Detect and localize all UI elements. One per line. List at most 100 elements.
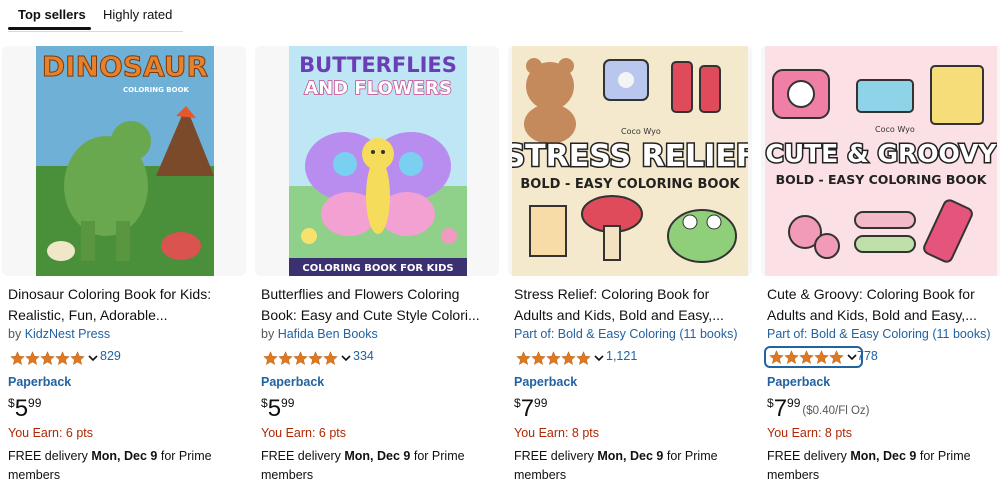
- format-link[interactable]: Paperback: [514, 375, 577, 389]
- delivery-prefix: FREE delivery: [514, 449, 594, 463]
- author-link[interactable]: Hafida Ben Books: [278, 327, 378, 341]
- star-rating[interactable]: [764, 346, 863, 368]
- format-link[interactable]: Paperback: [767, 375, 830, 389]
- title-line-1[interactable]: Cute & Groovy: Coloring Book for: [767, 284, 999, 305]
- author-link[interactable]: KidzNest Press: [25, 327, 110, 341]
- cover-title: BUTTERFLIES: [299, 53, 457, 77]
- price-symbol: $: [767, 396, 774, 410]
- price[interactable]: $599: [8, 395, 42, 422]
- product-card: Coco Wyo CUTE & GROOVY BOLD - EASY COLOR…: [761, 46, 1000, 486]
- byline: by KidzNest Press: [8, 327, 110, 341]
- tab-bar: Top sellers Highly rated: [8, 0, 183, 32]
- price-whole: 7: [520, 395, 535, 422]
- rating-count-link[interactable]: 334: [353, 349, 374, 363]
- stars: [769, 349, 844, 365]
- rating-count-link[interactable]: 829: [100, 349, 121, 363]
- star-icon: [278, 350, 293, 365]
- product-image-frame[interactable]: BUTTERFLIES AND FLOWERS COLORING BOOK FO…: [255, 46, 499, 276]
- price-fraction: 99: [281, 396, 295, 410]
- cover-footer: COLORING BOOK FOR KIDS: [302, 263, 453, 274]
- star-icon: [10, 350, 25, 365]
- product-card: DINOSAUR COLORING BOOK Dinosaur Coloring…: [2, 46, 246, 486]
- star-icon: [531, 350, 546, 365]
- delivery-info: FREE delivery Mon, Dec 9 for Prime membe…: [261, 447, 493, 485]
- title-line-2[interactable]: Adults and Kids, Bold and Easy,...: [767, 305, 999, 326]
- cover-title: CUTE & GROOVY: [765, 139, 997, 168]
- by-prefix: by: [261, 327, 275, 341]
- series-link[interactable]: Part of: Bold & Easy Coloring (11 books): [767, 327, 991, 341]
- earn-points: You Earn: 6 pts: [261, 426, 347, 440]
- star-icon: [70, 350, 85, 365]
- price-fraction: 99: [534, 396, 548, 410]
- price-symbol: $: [261, 396, 268, 410]
- star-icon: [263, 350, 278, 365]
- butterflies-cover-image[interactable]: BUTTERFLIES AND FLOWERS COLORING BOOK FO…: [289, 46, 467, 276]
- cover-subtitle: BOLD - EASY COLORING BOOK: [776, 172, 988, 187]
- delivery-date: Mon, Dec 9: [850, 449, 917, 463]
- earn-points: You Earn: 8 pts: [514, 426, 600, 440]
- star-icon: [799, 349, 814, 364]
- star-icon: [308, 350, 323, 365]
- stars: [516, 350, 591, 366]
- series-link[interactable]: Part of: Bold & Easy Coloring (11 books): [514, 327, 738, 341]
- title-line-2[interactable]: Book: Easy and Cute Style Colori...: [261, 305, 493, 326]
- rating-count-link[interactable]: 1,121: [606, 349, 637, 363]
- dinosaur-cover-image[interactable]: DINOSAUR COLORING BOOK: [36, 46, 214, 276]
- product-card: BUTTERFLIES AND FLOWERS COLORING BOOK FO…: [255, 46, 499, 486]
- title-line-1[interactable]: Butterflies and Flowers Coloring: [261, 284, 493, 305]
- star-icon: [25, 350, 40, 365]
- star-rating[interactable]: [8, 348, 101, 368]
- title-line-2[interactable]: Realistic, Fun, Adorable...: [8, 305, 240, 326]
- earn-points: You Earn: 6 pts: [8, 426, 94, 440]
- stars: [263, 350, 338, 366]
- tab-highly-rated[interactable]: Highly rated: [103, 7, 172, 22]
- star-icon: [40, 350, 55, 365]
- tab-top-sellers[interactable]: Top sellers: [18, 7, 86, 22]
- active-tab-indicator: [8, 27, 91, 30]
- star-rating[interactable]: [514, 348, 607, 368]
- format-link[interactable]: Paperback: [261, 375, 324, 389]
- price[interactable]: $599: [261, 395, 295, 422]
- star-icon: [829, 349, 844, 364]
- delivery-prefix: FREE delivery: [767, 449, 847, 463]
- title-line-1[interactable]: Dinosaur Coloring Book for Kids:: [8, 284, 240, 305]
- star-icon: [546, 350, 561, 365]
- price-fraction: 99: [787, 396, 801, 410]
- delivery-date: Mon, Dec 9: [597, 449, 664, 463]
- star-icon: [323, 350, 338, 365]
- price-fraction: 99: [28, 396, 42, 410]
- title-line-1[interactable]: Stress Relief: Coloring Book for: [514, 284, 746, 305]
- product-title-link[interactable]: Stress Relief: Coloring Book for Adults …: [514, 284, 746, 326]
- by-prefix: by: [8, 327, 22, 341]
- format-link[interactable]: Paperback: [8, 375, 71, 389]
- delivery-prefix: FREE delivery: [261, 449, 341, 463]
- stress-relief-cover-image[interactable]: Coco Wyo STRESS RELIEF BOLD - EASY COLOR…: [512, 46, 748, 276]
- product-title-link[interactable]: Butterflies and Flowers Coloring Book: E…: [261, 284, 493, 326]
- cover-subtitle: COLORING BOOK: [123, 86, 190, 94]
- cover-subtitle: AND FLOWERS: [304, 78, 452, 99]
- star-rating[interactable]: [261, 348, 354, 368]
- rating-count-link[interactable]: 778: [857, 349, 878, 363]
- star-icon: [561, 350, 576, 365]
- chevron-down-icon[interactable]: [87, 352, 99, 364]
- stars: [10, 350, 85, 366]
- cover-title: DINOSAUR: [42, 50, 208, 83]
- star-icon: [769, 349, 784, 364]
- price-whole: 5: [267, 395, 282, 422]
- chevron-down-icon[interactable]: [340, 352, 352, 364]
- product-image-frame[interactable]: DINOSAUR COLORING BOOK: [2, 46, 246, 276]
- title-line-2[interactable]: Adults and Kids, Bold and Easy,...: [514, 305, 746, 326]
- product-image-frame[interactable]: Coco Wyo STRESS RELIEF BOLD - EASY COLOR…: [508, 46, 752, 276]
- price[interactable]: $799($0.40/Fl Oz): [767, 395, 870, 422]
- cover-subtitle: BOLD - EASY COLORING BOOK: [520, 177, 740, 192]
- product-title-link[interactable]: Dinosaur Coloring Book for Kids: Realist…: [8, 284, 240, 326]
- delivery-date: Mon, Dec 9: [344, 449, 411, 463]
- price-symbol: $: [8, 396, 15, 410]
- chevron-down-icon[interactable]: [593, 352, 605, 364]
- cute-groovy-cover-image[interactable]: Coco Wyo CUTE & GROOVY BOLD - EASY COLOR…: [765, 46, 997, 276]
- product-title-link[interactable]: Cute & Groovy: Coloring Book for Adults …: [767, 284, 999, 326]
- price[interactable]: $799: [514, 395, 548, 422]
- cover-brand: Coco Wyo: [875, 125, 915, 134]
- earn-points: You Earn: 8 pts: [767, 426, 853, 440]
- product-image-frame[interactable]: Coco Wyo CUTE & GROOVY BOLD - EASY COLOR…: [761, 46, 1000, 276]
